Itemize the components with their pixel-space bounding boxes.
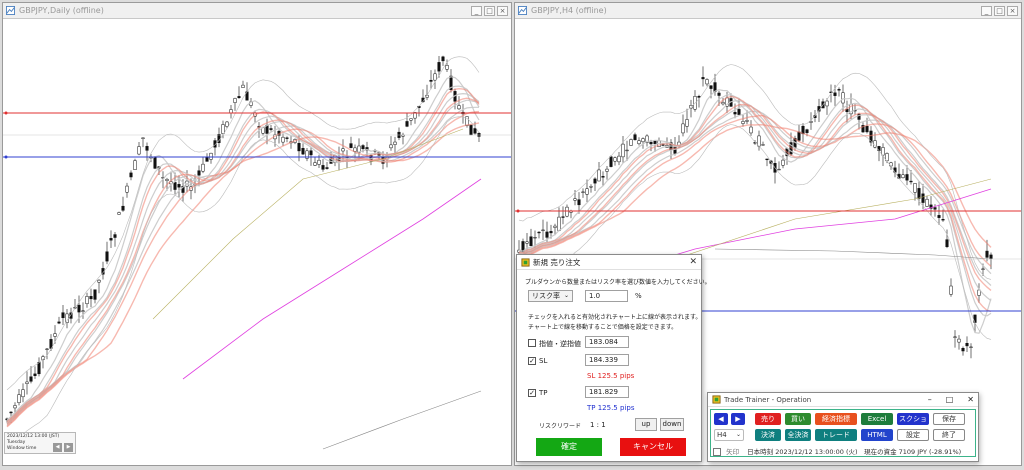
long-moving-average	[182, 178, 482, 380]
info-next-button[interactable]: ▶	[64, 443, 73, 452]
down-button[interactable]: down	[660, 418, 684, 431]
moving-average-lines	[6, 76, 480, 428]
sl-price-input[interactable]: 184.339	[585, 354, 629, 366]
dialog-title: 新規 売り注文	[533, 257, 581, 267]
confirm-button[interactable]: 確定	[536, 438, 602, 456]
limit-price-input[interactable]: 183.084	[585, 336, 629, 348]
next-bar-button[interactable]: ▶	[731, 413, 745, 425]
close-icon[interactable]: ✕	[689, 257, 697, 267]
risk-reward-label: リスクリワード	[539, 423, 582, 430]
tp-line-handle[interactable]	[4, 155, 8, 159]
chart-icon	[6, 6, 15, 15]
app-icon	[712, 395, 721, 404]
daily-chart-plot[interactable]	[3, 19, 511, 465]
sl-label: SL	[539, 357, 548, 365]
sl-line-handle[interactable]	[4, 111, 8, 115]
limit-label: 指値・逆指値	[539, 340, 581, 348]
limit-checkbox[interactable]	[528, 339, 536, 347]
settle-button[interactable]: 決済	[755, 429, 781, 441]
sl-line-handle[interactable]	[516, 209, 520, 213]
tp-price-input[interactable]: 181.829	[585, 386, 629, 398]
info-prev-button[interactable]: ◀	[53, 443, 62, 452]
close-button[interactable]: ×	[1007, 5, 1018, 16]
moving-average-gray	[714, 248, 992, 260]
trade-trainer-panel: ◀ ▶ 売り 買い 経済指標 Excel スクショ 保存 H4 ⌄ 決済 全決済…	[710, 409, 976, 457]
mode-unit: %	[635, 292, 642, 300]
instruction-text: プルダウンから数量またはリスク率を選び数値を入力してください。	[525, 279, 711, 286]
bollinger-bands	[6, 56, 480, 451]
minimize-button[interactable]: _	[981, 5, 992, 16]
up-button[interactable]: up	[635, 418, 657, 431]
trade-trainer-title: Trade Trainer - Operation	[724, 395, 812, 404]
mode-value-input[interactable]: 1.0	[585, 290, 628, 302]
daily-chart-window: GBPJPY,Daily (offline) _ □ ×	[2, 2, 512, 466]
h4-chart-title: GBPJPY,H4 (offline)	[531, 6, 607, 15]
arrow-label: 矢印	[726, 448, 740, 456]
sl-checkbox[interactable]: ✓	[528, 357, 536, 365]
tp-label: TP	[539, 389, 548, 397]
settings-button[interactable]: 設定	[897, 429, 929, 441]
mode-select[interactable]: リスク率 ⌄	[528, 290, 573, 302]
chart-info-box: 2023/12/12 13:00 (JST) Tuesday Window ti…	[4, 432, 76, 454]
trade-trainer-titlebar[interactable]: Trade Trainer - Operation – □ ✕	[708, 393, 978, 407]
maximize-button[interactable]: □	[994, 5, 1005, 16]
arrow-checkbox[interactable]	[713, 448, 721, 456]
daily-chart-titlebar[interactable]: GBPJPY,Daily (offline) _ □ ×	[3, 3, 511, 19]
quit-button[interactable]: 終了	[933, 429, 965, 441]
buy-button[interactable]: 買い	[785, 413, 811, 425]
h4-chart-titlebar[interactable]: GBPJPY,H4 (offline) _ □ ×	[515, 3, 1021, 19]
close-icon[interactable]: ✕	[967, 395, 974, 404]
note-line-2: チャート上で線を移動することで価格を設定できます。	[528, 324, 678, 331]
settle-all-button[interactable]: 全決済	[785, 429, 811, 441]
mode-select-value: リスク率	[532, 292, 560, 300]
risk-reward-value: 1 : 1	[590, 421, 606, 429]
moving-average-gray	[322, 390, 482, 450]
maximize-button[interactable]: □	[484, 5, 495, 16]
prev-bar-button[interactable]: ◀	[714, 413, 728, 425]
note-line-1: チェックを入れると有効化されチャート上に線が表示されます。	[528, 314, 702, 321]
trade-trainer-window: Trade Trainer - Operation – □ ✕ ◀ ▶ 売り 買…	[707, 392, 979, 462]
sell-button[interactable]: 売り	[755, 413, 781, 425]
daily-chart-title: GBPJPY,Daily (offline)	[19, 6, 104, 15]
chevron-down-icon: ⌄	[563, 292, 569, 299]
app-icon	[521, 257, 530, 267]
chart-icon	[518, 6, 527, 15]
timeframe-select[interactable]: H4 ⌄	[714, 429, 744, 441]
timeframe-value: H4	[717, 431, 727, 439]
status-bar: 矢印 日本時刻 2023/12/12 13:00:00 (火) 現在の資金 71…	[713, 446, 961, 456]
chevron-down-icon: ⌄	[735, 431, 741, 438]
screenshot-button[interactable]: スクショ	[897, 413, 929, 425]
status-text: 日本時刻 2023/12/12 13:00:00 (火) 現在の資金 7109 …	[747, 448, 962, 456]
econ-indicator-button[interactable]: 経済指標	[815, 413, 857, 425]
html-button[interactable]: HTML	[861, 429, 893, 441]
maximize-icon[interactable]: □	[946, 395, 954, 404]
excel-button[interactable]: Excel	[861, 413, 893, 425]
sell-order-dialog: 新規 売り注文 ✕ プルダウンから数量またはリスク率を選び数値を入力してください…	[516, 254, 711, 462]
sl-pips-text: SL 125.5 pips	[587, 372, 635, 380]
cancel-button[interactable]: キャンセル	[620, 438, 686, 456]
info-line-3: Window time	[7, 446, 37, 451]
close-button[interactable]: ×	[497, 5, 508, 16]
dialog-titlebar[interactable]: 新規 売り注文 ✕	[517, 255, 701, 270]
minimize-button[interactable]: _	[471, 5, 482, 16]
tp-pips-text: TP 125.5 pips	[587, 404, 635, 412]
tp-checkbox[interactable]: ✓	[528, 389, 536, 397]
minimize-icon[interactable]: –	[928, 395, 932, 404]
trade-button[interactable]: トレード	[815, 429, 857, 441]
save-button[interactable]: 保存	[933, 413, 965, 425]
